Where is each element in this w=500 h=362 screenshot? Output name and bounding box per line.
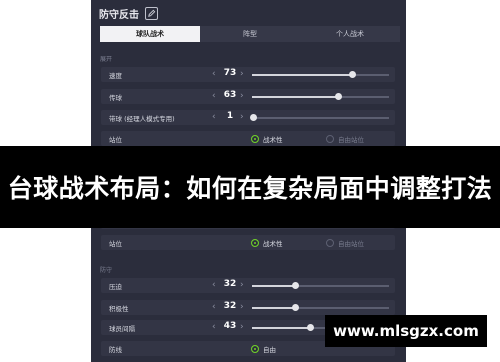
row-value: 1 bbox=[226, 111, 234, 121]
row-label: 传球 bbox=[109, 94, 122, 102]
radio-dot bbox=[251, 135, 259, 143]
tab-bar: 球队战术 阵型 个人战术 bbox=[100, 26, 400, 42]
slider-thumb[interactable] bbox=[334, 93, 342, 100]
page-title: 防守反击 bbox=[99, 10, 139, 21]
radio-dot bbox=[326, 135, 334, 143]
title-banner: 台球战术布局：如何在复杂局面中调整打法 bbox=[0, 146, 500, 228]
slider-track[interactable] bbox=[252, 282, 389, 289]
row-value: 73 bbox=[223, 68, 237, 78]
row-label: 站位 bbox=[109, 240, 122, 248]
row-value: 32 bbox=[223, 279, 237, 289]
row-label: 压迫 bbox=[109, 283, 122, 291]
slider-thumb[interactable] bbox=[307, 324, 315, 331]
slider-track[interactable] bbox=[252, 93, 389, 100]
decrease-icon[interactable]: ‹ bbox=[212, 91, 216, 101]
radio-dot bbox=[251, 239, 259, 247]
row-speed: 速度 ‹ 73 › bbox=[101, 67, 395, 82]
tab-team-tactics[interactable]: 球队战术 bbox=[100, 26, 200, 42]
decrease-icon[interactable]: ‹ bbox=[212, 302, 216, 312]
section-defense: 防守 bbox=[100, 267, 113, 274]
decrease-icon[interactable]: ‹ bbox=[212, 112, 216, 122]
radio-free[interactable]: 自由 bbox=[251, 344, 276, 354]
slider-thumb[interactable] bbox=[292, 282, 300, 289]
row-dribbling: 带球 (经理人模式专用) ‹ 1 › bbox=[101, 110, 395, 125]
row-positioning: 站位 战术性 自由站位 bbox=[101, 131, 395, 146]
section-build-up: 展开 bbox=[100, 56, 113, 63]
decrease-icon[interactable]: ‹ bbox=[212, 69, 216, 79]
radio-dot bbox=[251, 345, 259, 353]
panel-header: 防守反击 bbox=[99, 6, 158, 21]
watermark: www.mlsgzx.com bbox=[325, 315, 487, 347]
row-value: 63 bbox=[223, 90, 237, 100]
row-label: 带球 (经理人模式专用) bbox=[109, 115, 175, 123]
row-label: 防线 bbox=[109, 346, 122, 354]
radio-free-positioning[interactable]: 自由站位 bbox=[326, 134, 364, 144]
increase-icon[interactable]: › bbox=[240, 322, 244, 332]
row-label: 速度 bbox=[109, 72, 122, 80]
row-label: 积极性 bbox=[109, 305, 129, 313]
slider-track[interactable] bbox=[249, 114, 389, 121]
row-value: 32 bbox=[223, 301, 237, 311]
increase-icon[interactable]: › bbox=[240, 69, 244, 79]
row-aggression: 积极性 ‹ 32 › bbox=[101, 300, 395, 315]
slider-track[interactable] bbox=[252, 304, 389, 311]
tab-individual-tactics[interactable]: 个人战术 bbox=[300, 26, 400, 42]
radio-tactical[interactable]: 战术性 bbox=[251, 238, 283, 248]
edit-icon[interactable] bbox=[145, 7, 158, 20]
radio-free-positioning[interactable]: 自由站位 bbox=[326, 238, 364, 248]
slider-thumb[interactable] bbox=[348, 71, 356, 78]
row-positioning-attack: 站位 战术性 自由站位 bbox=[101, 235, 395, 250]
increase-icon[interactable]: › bbox=[240, 280, 244, 290]
tab-formation[interactable]: 阵型 bbox=[200, 26, 300, 42]
radio-tactical[interactable]: 战术性 bbox=[251, 134, 283, 144]
radio-dot bbox=[326, 239, 334, 247]
slider-track[interactable] bbox=[252, 71, 389, 78]
slider-thumb[interactable] bbox=[292, 304, 300, 311]
decrease-icon[interactable]: ‹ bbox=[212, 280, 216, 290]
increase-icon[interactable]: › bbox=[240, 302, 244, 312]
decrease-icon[interactable]: ‹ bbox=[212, 322, 216, 332]
row-value: 43 bbox=[223, 321, 237, 331]
slider-thumb[interactable] bbox=[249, 114, 257, 121]
increase-icon[interactable]: › bbox=[240, 91, 244, 101]
row-label: 站位 bbox=[109, 136, 122, 144]
row-label: 球员间隔 bbox=[109, 325, 135, 333]
increase-icon[interactable]: › bbox=[240, 112, 244, 122]
banner-title: 台球战术布局：如何在复杂局面中调整打法 bbox=[7, 174, 493, 203]
row-pressure: 压迫 ‹ 32 › bbox=[101, 278, 395, 293]
row-passing: 传球 ‹ 63 › bbox=[101, 89, 395, 104]
